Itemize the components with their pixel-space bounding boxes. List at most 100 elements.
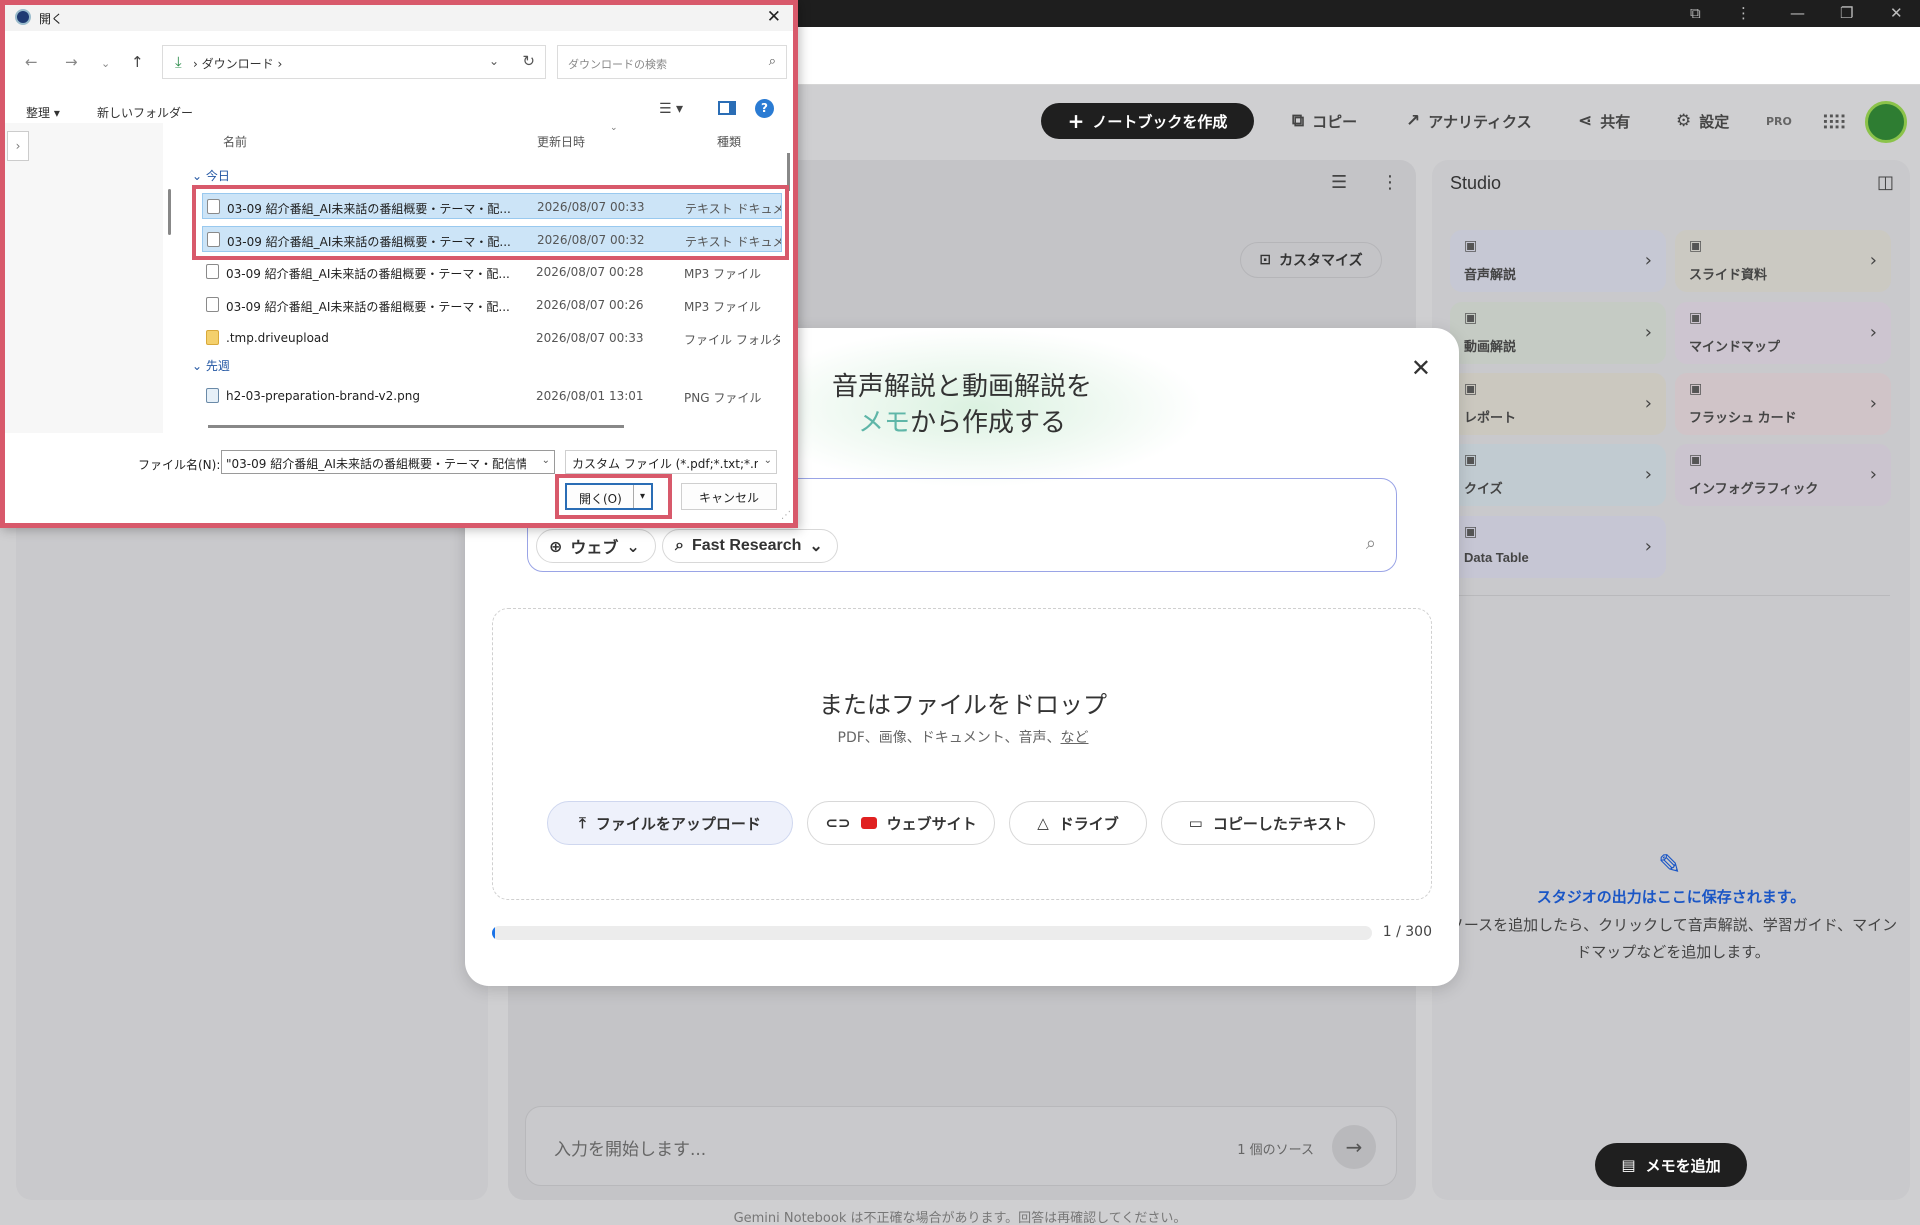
dialog-titlebar: 開く ✕ bbox=[5, 5, 793, 31]
studio-card[interactable]: ▣ マインドマップ › bbox=[1675, 302, 1891, 364]
studio-title: Studio bbox=[1450, 173, 1502, 193]
column-name[interactable]: 名前 bbox=[223, 133, 247, 150]
file-name: 03-09 紹介番組_AI未来話の番組概要・テーマ・配... bbox=[226, 300, 510, 314]
studio-card-label: レポート bbox=[1464, 410, 1517, 425]
source-limit-bar bbox=[492, 926, 1372, 940]
column-type[interactable]: 種類 bbox=[717, 133, 741, 150]
website-source-button[interactable]: ⊂⊃ ウェブサイト bbox=[807, 801, 995, 845]
studio-card[interactable]: ▣ クイズ › bbox=[1450, 444, 1666, 506]
kebab-menu-icon[interactable]: ⋮ bbox=[1736, 4, 1751, 22]
view-options-icon[interactable]: ☰ ▾ bbox=[659, 101, 683, 117]
file-row[interactable]: .tmp.driveupload 2026/08/07 00:33 ファイル フォル… bbox=[202, 325, 782, 351]
organize-menu[interactable]: 整理 ▾ bbox=[26, 104, 60, 121]
studio-card[interactable]: ▣ レポート › bbox=[1450, 373, 1666, 435]
chevron-down-icon[interactable]: ⌄ bbox=[542, 455, 550, 466]
apps-grid-icon[interactable]: ⠿⠿ bbox=[1821, 111, 1847, 135]
extension-icon[interactable]: ⧉ bbox=[1690, 4, 1701, 22]
modal-title-rest: から作成する bbox=[910, 408, 1067, 438]
chevron-right-icon: › bbox=[1869, 322, 1877, 343]
share-button[interactable]: ⋖ 共有 bbox=[1578, 103, 1630, 139]
panel-collapse-icon[interactable]: ◫ bbox=[1877, 172, 1894, 193]
research-mode-dropdown[interactable]: ⌕ Fast Research ⌄ bbox=[662, 529, 838, 563]
drive-source-button[interactable]: △ ドライブ bbox=[1009, 801, 1147, 845]
report-icon: ▣ bbox=[1464, 381, 1478, 397]
filename-label: ファイル名(N): bbox=[138, 458, 221, 472]
chat-input-placeholder: 入力を開始します... bbox=[554, 1140, 707, 1160]
file-type-filter[interactable]: カスタム ファイル (*.pdf;*.txt;*.md;*. ⌄ bbox=[565, 450, 777, 474]
table-icon: ▣ bbox=[1464, 524, 1478, 540]
recent-locations-icon[interactable]: ⌄ bbox=[101, 57, 110, 70]
cancel-button-label: キャンセル bbox=[698, 491, 759, 505]
cancel-button[interactable]: キャンセル bbox=[681, 483, 777, 510]
avatar[interactable] bbox=[1865, 101, 1907, 143]
web-source-dropdown[interactable]: ⊕ ウェブ ⌄ bbox=[536, 529, 656, 563]
clipboard-icon: ▭ bbox=[1188, 814, 1203, 832]
forward-icon[interactable]: → bbox=[65, 53, 78, 71]
file-row[interactable]: 03-09 紹介番組_AI未来話の番組概要・テーマ・配... 2026/08/07… bbox=[202, 292, 782, 318]
send-button[interactable]: → bbox=[1332, 1125, 1376, 1169]
file-drop-zone[interactable]: またはファイルをドロップ PDF、画像、ドキュメント、音声、など ⤒ ファイルを… bbox=[492, 608, 1432, 900]
close-icon[interactable]: ✕ bbox=[1890, 4, 1903, 22]
breadcrumb-downloads[interactable]: ダウンロード bbox=[202, 57, 274, 71]
chat-input[interactable]: 入力を開始します... 1 個のソース → bbox=[525, 1106, 1397, 1186]
more-formats-link[interactable]: など bbox=[1061, 730, 1089, 746]
chevron-right-icon[interactable]: › bbox=[7, 131, 29, 161]
resize-grip-icon[interactable]: ⋰ bbox=[781, 510, 791, 521]
open-split-dropdown-icon[interactable]: ▾ bbox=[633, 485, 651, 508]
copy-button[interactable]: ⧉ コピー bbox=[1292, 103, 1357, 139]
studio-card-label: 音声解説 bbox=[1464, 267, 1517, 282]
file-row[interactable]: h2-03-preparation-brand-v2.png 2026/08/01… bbox=[202, 383, 782, 409]
nav-pane-scrollbar[interactable] bbox=[168, 189, 171, 235]
filename-input[interactable]: "03-09 紹介番組_AI未来話の番組概要・テーマ・配信情報 ⌄ bbox=[221, 450, 555, 474]
open-button[interactable]: 開く(O) ▾ bbox=[565, 483, 653, 510]
minimize-icon[interactable]: — bbox=[1790, 4, 1805, 22]
settings-button[interactable]: ⚙ 設定 bbox=[1676, 103, 1729, 139]
studio-card[interactable]: ▣ 音声解説 › bbox=[1450, 230, 1666, 292]
folder-search-input[interactable]: ダウンロードの検索 ⌕ bbox=[557, 45, 787, 79]
file-list-hscrollbar[interactable] bbox=[208, 425, 624, 428]
studio-card-label: Data Table bbox=[1464, 550, 1529, 565]
studio-empty-title: スタジオの出力はここに保存されます。 bbox=[1536, 888, 1806, 906]
back-icon[interactable]: ← bbox=[25, 53, 38, 71]
upload-file-button[interactable]: ⤒ ファイルをアップロード bbox=[547, 801, 793, 845]
copy-icon: ⧉ bbox=[1292, 111, 1305, 131]
studio-card[interactable]: ▣ スライド資料 › bbox=[1675, 230, 1891, 292]
research-chip-label: Fast Research bbox=[691, 537, 802, 554]
studio-card[interactable]: ▣ 動画解説 › bbox=[1450, 302, 1666, 364]
new-folder-button[interactable]: 新しいフォルダー bbox=[97, 104, 193, 121]
close-icon[interactable]: ✕ bbox=[767, 7, 781, 27]
quiz-icon: ▣ bbox=[1464, 452, 1478, 468]
studio-card[interactable]: ▣ Data Table › bbox=[1450, 516, 1666, 578]
search-icon[interactable]: ⌕ bbox=[1366, 533, 1376, 554]
help-icon[interactable]: ? bbox=[755, 99, 774, 118]
file-row[interactable]: 03-09 紹介番組_AI未来話の番組概要・テーマ・配... 2026/08/07… bbox=[202, 259, 782, 285]
preview-pane-icon[interactable] bbox=[718, 101, 736, 115]
tune-icon[interactable]: ☰ bbox=[1331, 172, 1347, 193]
audio-file-icon bbox=[206, 264, 219, 279]
group-today-label: 今日 bbox=[205, 169, 230, 183]
add-memo-button[interactable]: ▤ メモを追加 bbox=[1595, 1143, 1747, 1187]
studio-card[interactable]: ▣ インフォグラフィック › bbox=[1675, 444, 1891, 506]
group-today[interactable]: ⌄ 今日 bbox=[192, 167, 230, 184]
copied-text-button[interactable]: ▭ コピーしたテキスト bbox=[1161, 801, 1375, 845]
up-icon[interactable]: ↑ bbox=[131, 53, 144, 71]
customize-button[interactable]: ⊡ カスタマイズ bbox=[1240, 242, 1382, 278]
arrow-right-icon: → bbox=[1345, 1135, 1363, 1159]
video-icon: ▣ bbox=[1464, 310, 1478, 326]
refresh-icon[interactable]: ↻ bbox=[522, 52, 535, 70]
close-icon[interactable]: ✕ bbox=[1411, 354, 1431, 382]
chevron-right-icon: › bbox=[1644, 464, 1652, 485]
restore-icon[interactable]: ❐ bbox=[1840, 4, 1853, 22]
open-button-label: 開く(O) bbox=[579, 492, 622, 506]
create-notebook-button[interactable]: + ノートブックを作成 bbox=[1041, 103, 1254, 139]
group-last-week[interactable]: ⌄ 先週 bbox=[192, 357, 230, 374]
source-limit-fill bbox=[492, 926, 495, 940]
customize-icon: ⊡ bbox=[1259, 252, 1272, 268]
chevron-down-icon[interactable]: ⌄ bbox=[489, 54, 499, 68]
address-bar[interactable]: ⤓ › ダウンロード › ⌄ ↻ bbox=[162, 45, 546, 79]
analytics-button[interactable]: ↗ アナリティクス bbox=[1406, 103, 1532, 139]
more-vert-icon[interactable]: ⋮ bbox=[1381, 172, 1399, 193]
column-modified[interactable]: 更新日時 bbox=[537, 133, 585, 150]
drive-icon: △ bbox=[1037, 814, 1049, 832]
studio-card[interactable]: ▣ フラッシュ カード › bbox=[1675, 373, 1891, 435]
